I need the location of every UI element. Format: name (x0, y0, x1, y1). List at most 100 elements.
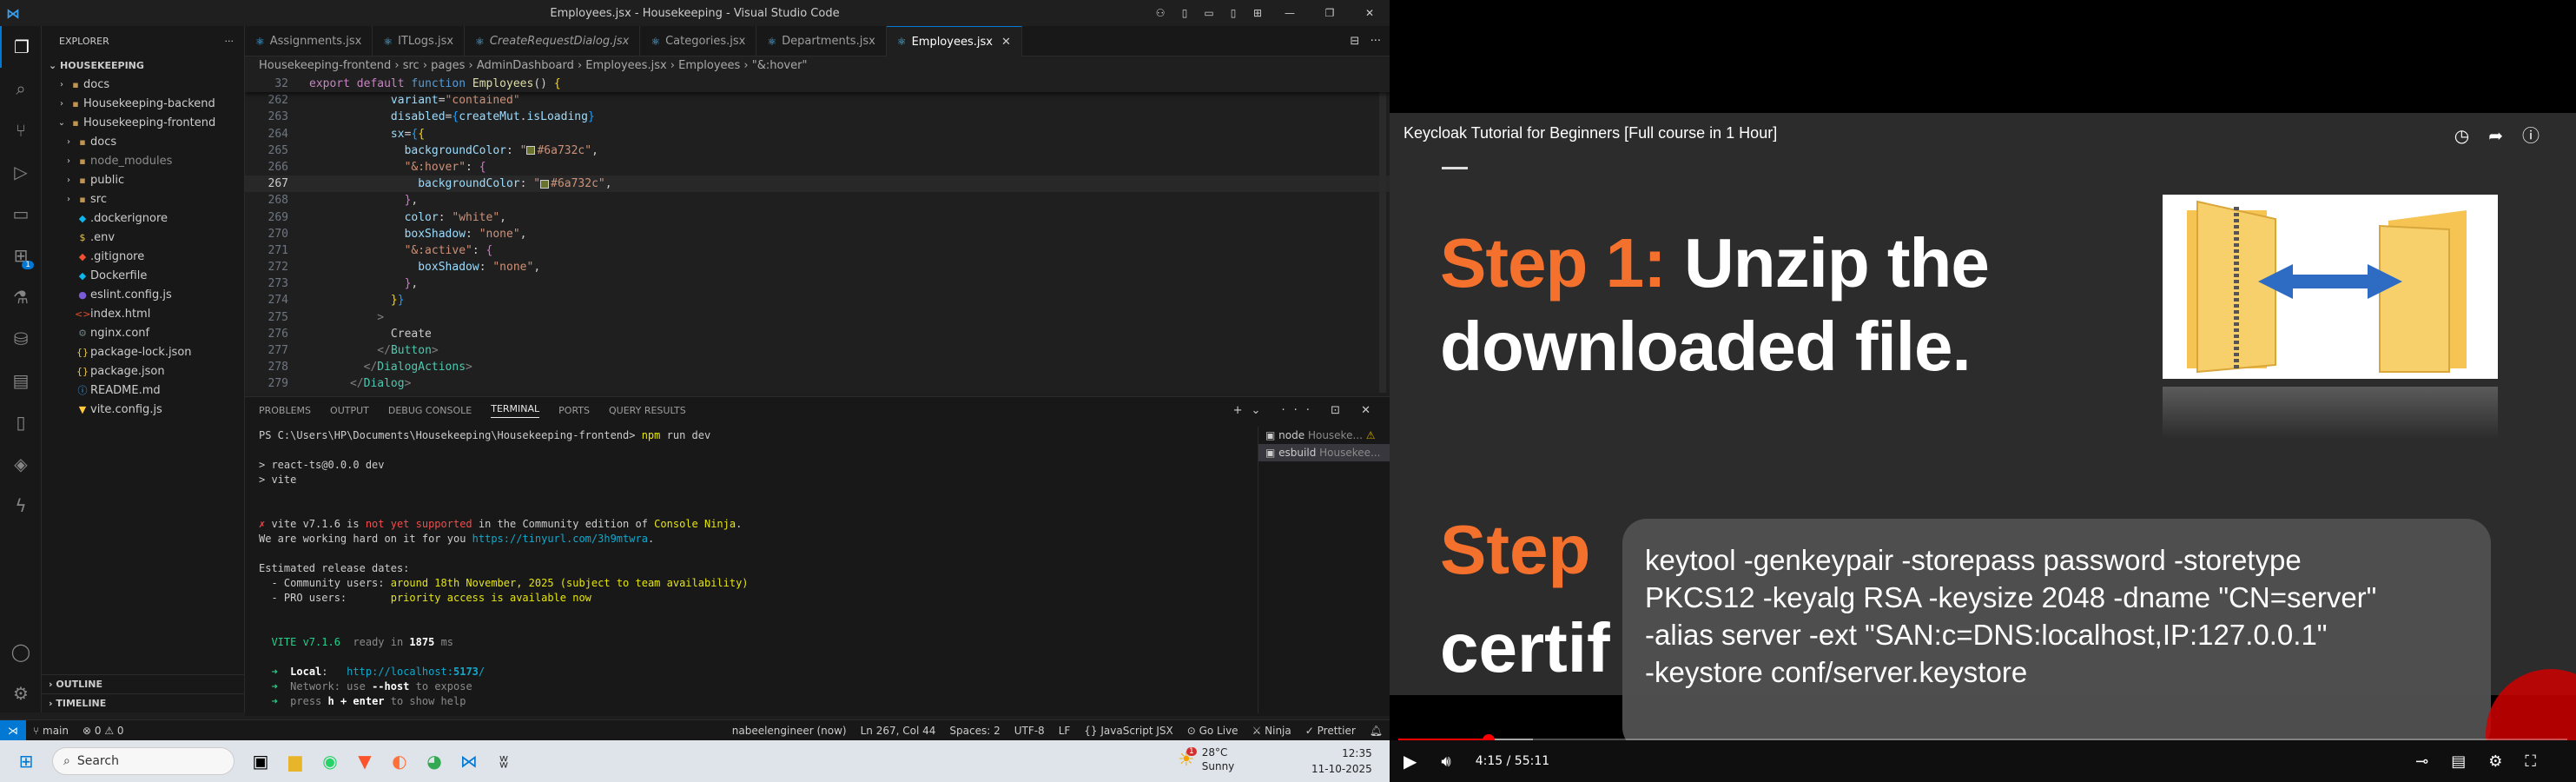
panel-tab-query-results[interactable]: QUERY RESULTS (609, 405, 686, 416)
code-line[interactable]: 270 boxShadow: "none", (245, 226, 1390, 242)
folder-item[interactable]: › ▪ node_modules (42, 152, 244, 171)
firefox-icon[interactable]: ◐ (382, 744, 417, 779)
code-line[interactable]: 264 sx={{ (245, 126, 1390, 142)
folder-item[interactable]: › ▪ docs (42, 76, 244, 95)
video-title[interactable]: Keycloak Tutorial for Beginners [Full co… (1404, 124, 1777, 142)
chrome-icon[interactable]: ◕ (417, 744, 452, 779)
panel-tab-problems[interactable]: PROBLEMS (259, 405, 311, 416)
file-item[interactable]: ⓘ README.md (42, 381, 244, 401)
file-item[interactable]: ◆ .dockerignore (42, 209, 244, 229)
clock[interactable]: 12:35 11-10-2025 (1311, 746, 1372, 777)
whatsapp-icon[interactable]: ◉ (313, 744, 347, 779)
breadcrumb[interactable]: Housekeeping-frontend › src › pages › Ad… (245, 56, 1390, 76)
cube-icon[interactable]: ◈ (0, 443, 42, 485)
file-item[interactable]: ● eslint.config.js (42, 286, 244, 305)
subtitles-icon[interactable]: ▤ (2451, 752, 2488, 771)
scrollbar[interactable] (1379, 76, 1386, 393)
language-mode[interactable]: {} JavaScript JSX (1077, 720, 1179, 740)
panel-tab-output[interactable]: OUTPUT (330, 405, 369, 416)
file-item[interactable]: <> index.html (42, 305, 244, 324)
panel-tab-terminal[interactable]: TERMINAL (491, 403, 540, 418)
taskbar-search[interactable]: ⌕ Search (52, 747, 234, 775)
code-line[interactable]: 262 variant="contained" (245, 92, 1390, 109)
copilot-icon[interactable]: ⚇ (1148, 7, 1172, 19)
code-line[interactable]: 277 </Button> (245, 342, 1390, 359)
search-icon[interactable]: ⌕ (0, 68, 42, 109)
folder-item[interactable]: ⌄ ▪ Housekeeping-frontend (42, 114, 244, 133)
panel-tab-ports[interactable]: PORTS (558, 405, 590, 416)
tab-departments-jsx[interactable]: ⚛ Departments.jsx (756, 26, 887, 56)
toggle-secondary-sidebar-icon[interactable]: ▯ (1221, 7, 1245, 19)
cursor-position[interactable]: Ln 267, Col 44 (854, 720, 943, 740)
problems-status[interactable]: ⊗ 0 ⚠ 0 (76, 720, 131, 740)
watch-later-icon[interactable]: ◷ (2454, 125, 2488, 146)
ninja-button[interactable]: ⚔ Ninja (1245, 720, 1298, 740)
code-line[interactable]: 275 > (245, 309, 1390, 326)
terminal-instance[interactable]: ▣ esbuild Housekee... (1258, 444, 1390, 461)
volume-icon[interactable]: 🔊︎ (1441, 752, 1450, 771)
code-line[interactable]: 273 }, (245, 275, 1390, 292)
database-icon[interactable]: ⛁ (0, 318, 42, 360)
file-item[interactable]: ▼ vite.config.js (42, 401, 244, 420)
mobile-icon[interactable]: ▯ (0, 401, 42, 443)
sticky-scroll-line[interactable]: 32 export default function Employees() { (245, 76, 1390, 93)
project-folder[interactable]: ⌄ HOUSEKEEPING (42, 56, 244, 76)
run-debug-icon[interactable]: ▷ (0, 151, 42, 193)
code-line[interactable]: 269 color: "white", (245, 209, 1390, 226)
user-status[interactable]: nabeelengineer (now) (725, 720, 854, 740)
lightning-icon[interactable]: ϟ (0, 485, 42, 527)
minimize-button[interactable]: — (1270, 7, 1310, 19)
toggle-sidebar-icon[interactable]: ▯ (1172, 7, 1197, 19)
autoplay-toggle[interactable]: ⊸ (2415, 752, 2451, 771)
scrubber-handle[interactable] (1482, 734, 1495, 740)
explorer-icon[interactable]: ❐ (0, 26, 42, 68)
tab-close-icon[interactable]: ✕ (1001, 36, 1011, 49)
docker-icon[interactable]: ▤ (0, 360, 42, 401)
settings-icon[interactable]: ⚙ (0, 673, 42, 714)
go-live-button[interactable]: ⊙ Go Live (1180, 720, 1245, 740)
file-item[interactable]: ◆ Dockerfile (42, 267, 244, 286)
code-line[interactable]: 276 Create (245, 326, 1390, 342)
tab-assignments-jsx[interactable]: ⚛ Assignments.jsx (245, 26, 373, 56)
file-item[interactable]: {} package.json (42, 362, 244, 381)
more-actions-icon[interactable]: ··· (225, 36, 234, 47)
video-player[interactable]: Keycloak Tutorial for Beginners [Full co… (1390, 0, 2576, 740)
code-line[interactable]: 271 "&:active": { (245, 242, 1390, 259)
remote-indicator[interactable]: ⋊ (0, 720, 26, 740)
file-item[interactable]: $ .env (42, 229, 244, 248)
tab-categories-jsx[interactable]: ⚛ Categories.jsx (640, 26, 757, 56)
terminal-instance[interactable]: ▣ node Houseke... ⚠ (1258, 427, 1390, 444)
start-button[interactable]: ⊞ (9, 744, 43, 779)
folder-item[interactable]: › ▪ docs (42, 133, 244, 152)
tab-itlogs-jsx[interactable]: ⚛ ITLogs.jsx (373, 26, 466, 56)
code-line[interactable]: 266 "&:hover": { (245, 159, 1390, 176)
app-icon[interactable]: ʬ (486, 744, 521, 779)
code-line[interactable]: 278 </DialogActions> (245, 359, 1390, 375)
extensions-icon[interactable]: ⊞ 1 (0, 235, 42, 276)
toggle-panel-icon[interactable]: ▭ (1197, 7, 1221, 19)
code-line[interactable]: 263 disabled={createMut.isLoading} (245, 109, 1390, 125)
info-icon[interactable]: ⓘ (2522, 125, 2559, 146)
close-button[interactable]: ✕ (1350, 7, 1390, 19)
encoding[interactable]: UTF-8 (1007, 720, 1052, 740)
file-item[interactable]: {} package-lock.json (42, 343, 244, 362)
timeline-section[interactable]: › TIMELINE (42, 693, 244, 712)
file-explorer-icon[interactable]: ▆ (278, 744, 313, 779)
panel-actions[interactable]: +⌄ ··· ⊡ ✕ (1233, 404, 1379, 417)
code-line[interactable]: 272 boxShadow: "none", (245, 259, 1390, 275)
code-line[interactable]: 267 backgroundColor: " #6a732c", (245, 176, 1390, 193)
vscode-taskbar-icon[interactable]: ⋈ (452, 744, 486, 779)
remote-explorer-icon[interactable]: ▭ (0, 193, 42, 235)
editor-actions[interactable]: ⊟ ··· (1350, 35, 1381, 48)
code-line[interactable]: 265 backgroundColor: " #6a732c", (245, 142, 1390, 159)
task-view-icon[interactable]: ▣ (243, 744, 278, 779)
notifications-icon[interactable]: 🔔︎ (1363, 720, 1390, 740)
code-line[interactable]: 279 </Dialog> (245, 375, 1390, 392)
layout-icon[interactable]: ⊞ (1245, 7, 1270, 19)
play-button[interactable]: ▶ (1404, 751, 1417, 772)
fullscreen-icon[interactable]: ⛶ (2525, 752, 2559, 771)
maximize-button[interactable]: ❐ (1310, 7, 1350, 19)
brave-icon[interactable]: ▼ (347, 744, 382, 779)
prettier-button[interactable]: ✓ Prettier (1298, 720, 1363, 740)
file-item[interactable]: ◆ .gitignore (42, 248, 244, 267)
